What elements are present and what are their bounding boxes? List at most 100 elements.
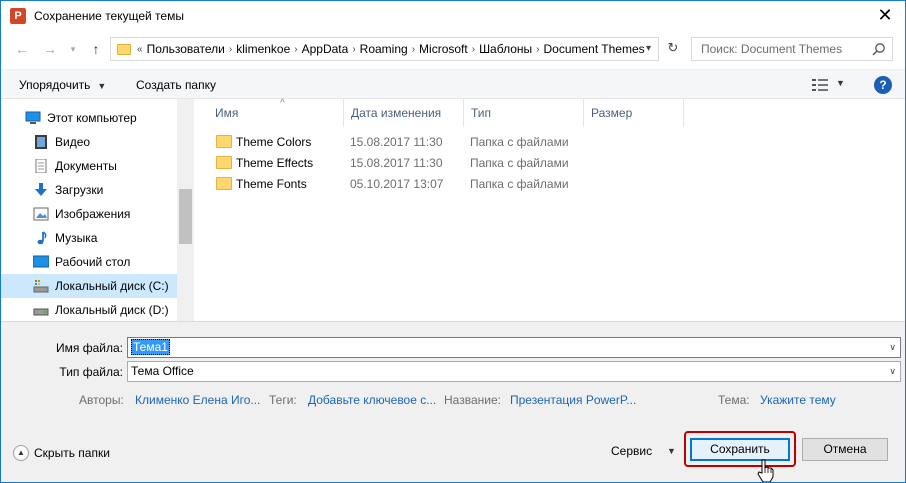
back-arrow-icon[interactable]: ← (13, 40, 31, 58)
tools-chevron-down-icon[interactable]: ▼ (667, 446, 676, 456)
forward-arrow-icon[interactable]: → (41, 40, 59, 58)
filename-input[interactable]: Тема1 ∨ (127, 337, 901, 358)
breadcrumb-separator-icon[interactable]: › (536, 44, 539, 55)
filename-dropdown-icon[interactable]: ∨ (889, 338, 896, 357)
address-dropdown-icon[interactable]: ▾ (639, 37, 659, 61)
file-name: Theme Fonts (236, 177, 307, 191)
up-arrow-icon[interactable]: ↑ (87, 40, 105, 58)
breadcrumb-item[interactable]: AppData (302, 42, 349, 56)
breadcrumb-overflow[interactable]: « (137, 44, 143, 55)
sidebar-item-label: Видео (55, 135, 91, 149)
tags-label: Теги: (269, 393, 297, 407)
hide-folders-button[interactable]: ▲ Скрыть папки (13, 445, 110, 461)
sidebar-item-this-pc[interactable]: Этот компьютер (1, 106, 177, 130)
music-icon (37, 231, 47, 245)
navigation-bar: ← → ▾ ↑ « Пользователи › klimenkoe › App… (1, 35, 905, 65)
breadcrumb-separator-icon[interactable]: › (352, 44, 355, 55)
help-icon[interactable]: ? (874, 76, 892, 94)
column-header-name[interactable]: ^ Имя (208, 98, 344, 127)
cancel-button[interactable]: Отмена (802, 438, 888, 461)
organize-menu[interactable]: Упорядочить ▼ (19, 78, 106, 92)
breadcrumb-item[interactable]: Document Themes (543, 42, 644, 56)
documents-icon (35, 159, 47, 173)
breadcrumb-item[interactable]: Microsoft (419, 42, 468, 56)
filename-value: Тема1 (131, 339, 170, 355)
breadcrumb-item[interactable]: Пользователи (147, 42, 225, 56)
file-type: Папка с файлами (470, 156, 569, 170)
command-bar: Упорядочить ▼ Создать папку ▼ ? (1, 69, 905, 99)
organize-label: Упорядочить (19, 78, 91, 92)
breadcrumb-item[interactable]: klimenkoe (236, 42, 290, 56)
column-header-label: Имя (215, 106, 239, 120)
sidebar-item-music[interactable]: Музыка (1, 226, 177, 250)
file-date: 15.08.2017 11:30 (350, 135, 443, 149)
tags-value[interactable]: Добавьте ключевое с... (308, 393, 436, 407)
desktop-icon (33, 255, 49, 268)
sort-ascending-icon: ^ (280, 98, 285, 109)
chevron-up-icon: ▲ (13, 445, 29, 461)
breadcrumb-separator-icon[interactable]: › (412, 44, 415, 55)
search-placeholder: Поиск: Document Themes (701, 42, 843, 56)
subject-label: Тема: (718, 393, 750, 407)
navigation-pane: Этот компьютер Видео Документы Загрузки … (1, 99, 194, 321)
search-input[interactable]: Поиск: Document Themes (691, 37, 893, 61)
sidebar-item-label: Рабочий стол (55, 255, 131, 269)
sidebar-item-label: Этот компьютер (47, 111, 137, 125)
tools-menu[interactable]: Сервис (611, 444, 652, 458)
filetype-value: Тема Office (131, 364, 194, 378)
window-title: Сохранение текущей темы (34, 9, 184, 23)
file-name: Theme Effects (236, 156, 314, 170)
sidebar-item-label: Загрузки (55, 183, 104, 197)
save-button[interactable]: Сохранить (690, 438, 790, 461)
sidebar-item-drive-d[interactable]: Локальный диск (D:) (1, 298, 177, 321)
file-list: ^ Имя Дата изменения Тип Размер Theme Co… (196, 98, 905, 321)
navigation-scrollbar-thumb[interactable] (179, 189, 192, 244)
file-date: 05.10.2017 13:07 (350, 177, 444, 191)
filetype-label: Тип файла: (59, 365, 123, 379)
filetype-dropdown-icon[interactable]: ∨ (889, 362, 896, 381)
column-header-date[interactable]: Дата изменения (344, 99, 464, 127)
file-name: Theme Colors (236, 135, 312, 149)
filetype-select[interactable]: Тема Office ∨ (127, 361, 901, 382)
breadcrumb-item[interactable]: Шаблоны (479, 42, 532, 56)
powerpoint-icon: P (10, 8, 26, 24)
sidebar-item-pictures[interactable]: Изображения (1, 202, 177, 226)
folder-icon (216, 156, 232, 169)
column-header-type[interactable]: Тип (464, 99, 584, 127)
column-header-size[interactable]: Размер (584, 99, 684, 127)
breadcrumb-separator-icon[interactable]: › (294, 44, 297, 55)
save-options-panel: Имя файла: Тема1 ∨ Тип файла: Тема Offic… (1, 321, 905, 482)
mouse-cursor-icon (757, 459, 774, 482)
view-options-chevron-icon[interactable]: ▼ (836, 78, 845, 88)
video-icon (35, 135, 47, 149)
breadcrumb-item[interactable]: Roaming (360, 42, 408, 56)
file-row[interactable]: Theme Effects 15.08.2017 11:30 Папка с ф… (206, 152, 886, 173)
sidebar-item-drive-c[interactable]: Локальный диск (C:) (1, 274, 177, 298)
sidebar-item-label: Локальный диск (D:) (55, 303, 169, 317)
close-icon[interactable]: ✕ (873, 4, 897, 28)
sidebar-item-label: Локальный диск (C:) (55, 279, 169, 293)
refresh-icon[interactable]: ↻ (662, 37, 684, 61)
authors-label: Авторы: (79, 393, 124, 407)
recent-locations-chevron-icon[interactable]: ▾ (64, 40, 82, 58)
search-icon (872, 43, 885, 56)
sidebar-item-documents[interactable]: Документы (1, 154, 177, 178)
authors-value[interactable]: Клименко Елена Иго... (135, 393, 260, 407)
subject-value[interactable]: Укажите тему (760, 393, 836, 407)
file-type: Папка с файлами (470, 177, 569, 191)
breadcrumb-separator-icon[interactable]: › (472, 44, 475, 55)
view-details-icon[interactable] (812, 78, 828, 92)
folder-icon (216, 135, 232, 148)
doc-title-value[interactable]: Презентация PowerP... (510, 393, 636, 407)
address-bar[interactable]: « Пользователи › klimenkoe › AppData › R… (110, 37, 659, 61)
breadcrumb-separator-icon[interactable]: › (229, 44, 232, 55)
file-date: 15.08.2017 11:30 (350, 156, 443, 170)
sidebar-item-label: Изображения (55, 207, 131, 221)
file-row[interactable]: Theme Colors 15.08.2017 11:30 Папка с фа… (206, 131, 886, 152)
sidebar-item-video[interactable]: Видео (1, 130, 177, 154)
doc-title-label: Название: (444, 393, 501, 407)
file-row[interactable]: Theme Fonts 05.10.2017 13:07 Папка с фай… (206, 173, 886, 194)
sidebar-item-desktop[interactable]: Рабочий стол (1, 250, 177, 274)
sidebar-item-downloads[interactable]: Загрузки (1, 178, 177, 202)
new-folder-button[interactable]: Создать папку (136, 78, 216, 92)
